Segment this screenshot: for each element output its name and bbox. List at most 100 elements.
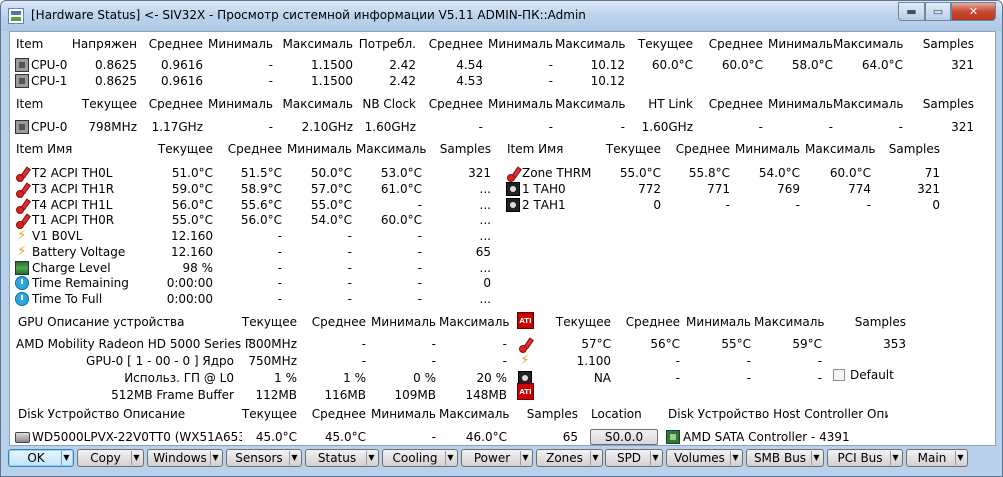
volumes-button[interactable]: Volumes ▼ [666, 449, 743, 467]
cpu_clock-cell: - [898, 120, 903, 134]
pci-bus-button[interactable]: PCI Bus ▼ [827, 449, 903, 467]
dropdown-arrow-icon[interactable]: ▼ [730, 451, 740, 465]
disk-header: Максималь [439, 407, 510, 421]
disk-header: Samples [526, 407, 578, 421]
zones-button[interactable]: Zones ▼ [536, 449, 603, 467]
cpu-icon [15, 74, 29, 88]
cpu_power-cell: 0.8625 [95, 58, 137, 72]
fan-icon [506, 181, 520, 196]
default-checkbox[interactable] [833, 369, 845, 381]
window-title: [Hardware Status] <- SIV32X - Просмотр с… [31, 8, 586, 22]
sensor-value: - [417, 260, 422, 275]
copy-button[interactable]: Copy ▼ [77, 449, 144, 467]
disk-header: Текущее [241, 407, 297, 421]
sensors-button[interactable]: Sensors ▼ [226, 449, 302, 467]
cpu_power-header: Среднее [148, 37, 203, 51]
button-label: OK [27, 451, 45, 465]
gpu-header-desc: GPU Описание устройства [18, 315, 185, 329]
gpu-sensor-value: - [675, 354, 680, 368]
sensor-value: ... [479, 181, 491, 196]
status-button[interactable]: Status ▼ [305, 449, 379, 467]
cpu_clock-cell: - [620, 120, 625, 134]
cooling-button[interactable]: Cooling ▼ [382, 449, 458, 467]
gpu-row-label[interactable]: GPU-0 [ 1 - 00 - 0 ] Ядро [16, 353, 234, 369]
cpu_power-cell [914, 73, 974, 89]
spd-button[interactable]: SPD ▼ [605, 449, 663, 467]
disk-name[interactable]: WD5000LPVX-22V0TT0 (WX51A653 [32, 429, 242, 445]
title-bar[interactable]: [Hardware Status] <- SIV32X - Просмотр с… [1, 1, 1002, 31]
cpu_power-cell: 0.9616 [161, 74, 203, 88]
gpu-value: 112MB [255, 388, 298, 402]
cpu_power-header: Минималь [768, 37, 833, 51]
gpu-value: 116MB [324, 388, 367, 402]
cpu_clock-header: Среднее [708, 97, 763, 111]
sensor-value: 0 [932, 197, 940, 212]
button-label: Power [473, 451, 511, 465]
cpu_power-cell: 60.0°C [651, 58, 693, 72]
disk-drive-icon [15, 432, 30, 443]
disk-header: Disk Устройство Описание [18, 407, 186, 421]
minimize-button[interactable]: ▬ [898, 2, 925, 21]
smb-bus-button[interactable]: SMB Bus ▼ [746, 449, 824, 467]
gpu-row-label[interactable]: AMD Mobility Radeon HD 5000 Series Г [16, 336, 252, 352]
dropdown-arrow-icon[interactable]: ▼ [366, 451, 376, 465]
sensors-right-header: Samples [888, 142, 940, 156]
disk-location-button[interactable]: S0.0.0 [590, 429, 658, 445]
sensor-value: 58.9°C [240, 181, 282, 196]
dropdown-arrow-icon[interactable]: ▼ [520, 451, 530, 465]
dropdown-arrow-icon[interactable]: ▼ [650, 451, 660, 465]
sensor-value: 772 [638, 181, 661, 196]
sensor-value: ... [479, 197, 491, 212]
button-label: Sensors [235, 451, 283, 465]
cpu_clock-cell: 798MHz [88, 120, 137, 134]
dropdown-arrow-icon[interactable]: ▼ [890, 451, 900, 465]
cpu_power-cell: 321 [951, 58, 974, 72]
sensors-left-header: Текущее [157, 142, 213, 156]
dropdown-arrow-icon[interactable]: ▼ [811, 451, 821, 465]
sensors-right-header: Максималь [805, 142, 876, 156]
sensor-value: 59.0°C [171, 181, 213, 196]
dropdown-arrow-icon[interactable]: ▼ [61, 451, 71, 465]
sensors-right-header: Текущее [605, 142, 661, 156]
main-button[interactable]: Main ▼ [906, 449, 968, 467]
power-button[interactable]: Power ▼ [461, 449, 533, 467]
default-checkbox-label[interactable]: Default [850, 367, 910, 383]
thermometer-icon [15, 198, 29, 214]
cpu_clock-header: NB Clock [362, 97, 416, 111]
gpu-header: Среднее [311, 315, 366, 329]
close-button[interactable]: ✕ [951, 2, 996, 21]
gpu-row-label[interactable]: 512MB Frame Buffer [16, 387, 234, 403]
cpu_power-header: Минималь [488, 37, 553, 51]
cpu_power-cell [765, 73, 833, 89]
gpu-value: - [361, 354, 366, 368]
button-label: SPD [616, 451, 642, 465]
gpu-row-label[interactable]: Использ. ГП @ L0 [16, 370, 234, 386]
windows-button[interactable]: Windows ▼ [147, 449, 223, 467]
cpu_power-cell: 64.0°C [861, 58, 903, 72]
dropdown-arrow-icon[interactable]: ▼ [289, 451, 299, 465]
voltage-icon: ⚡ [17, 243, 27, 259]
ok-button[interactable]: OK ▼ [8, 449, 74, 467]
dropdown-arrow-icon[interactable]: ▼ [590, 451, 600, 465]
dropdown-arrow-icon[interactable]: ▼ [131, 451, 141, 465]
gpu-sensor-value: NA [593, 371, 611, 385]
app-icon[interactable] [8, 8, 24, 24]
cpu_clock-cell: 1.17GHz [151, 120, 203, 134]
dropdown-arrow-icon[interactable]: ▼ [955, 451, 965, 465]
battery-icon [15, 260, 29, 275]
sensor-value: 55.0°C [619, 166, 661, 180]
cpu_power-header: Максималь [282, 37, 354, 51]
sensor-value: - [277, 229, 282, 243]
cpu_clock-cell: 321 [951, 120, 974, 134]
cpu-icon [15, 120, 29, 134]
dropdown-arrow-icon[interactable]: ▼ [210, 451, 220, 465]
cpu_clock-cell: - [548, 120, 553, 134]
disk-controller-name[interactable]: AMD SATA Controller - 4391 [683, 429, 913, 445]
gpu-value: - [502, 337, 507, 351]
gpu-header-right: Среднее [625, 315, 680, 329]
dropdown-arrow-icon[interactable]: ▼ [445, 451, 455, 465]
sensor-value: 71 [924, 166, 940, 180]
gpu-value: 800MHz [248, 337, 297, 351]
maximize-button[interactable]: ▭ [925, 2, 951, 21]
button-label: Cooling [392, 451, 438, 465]
